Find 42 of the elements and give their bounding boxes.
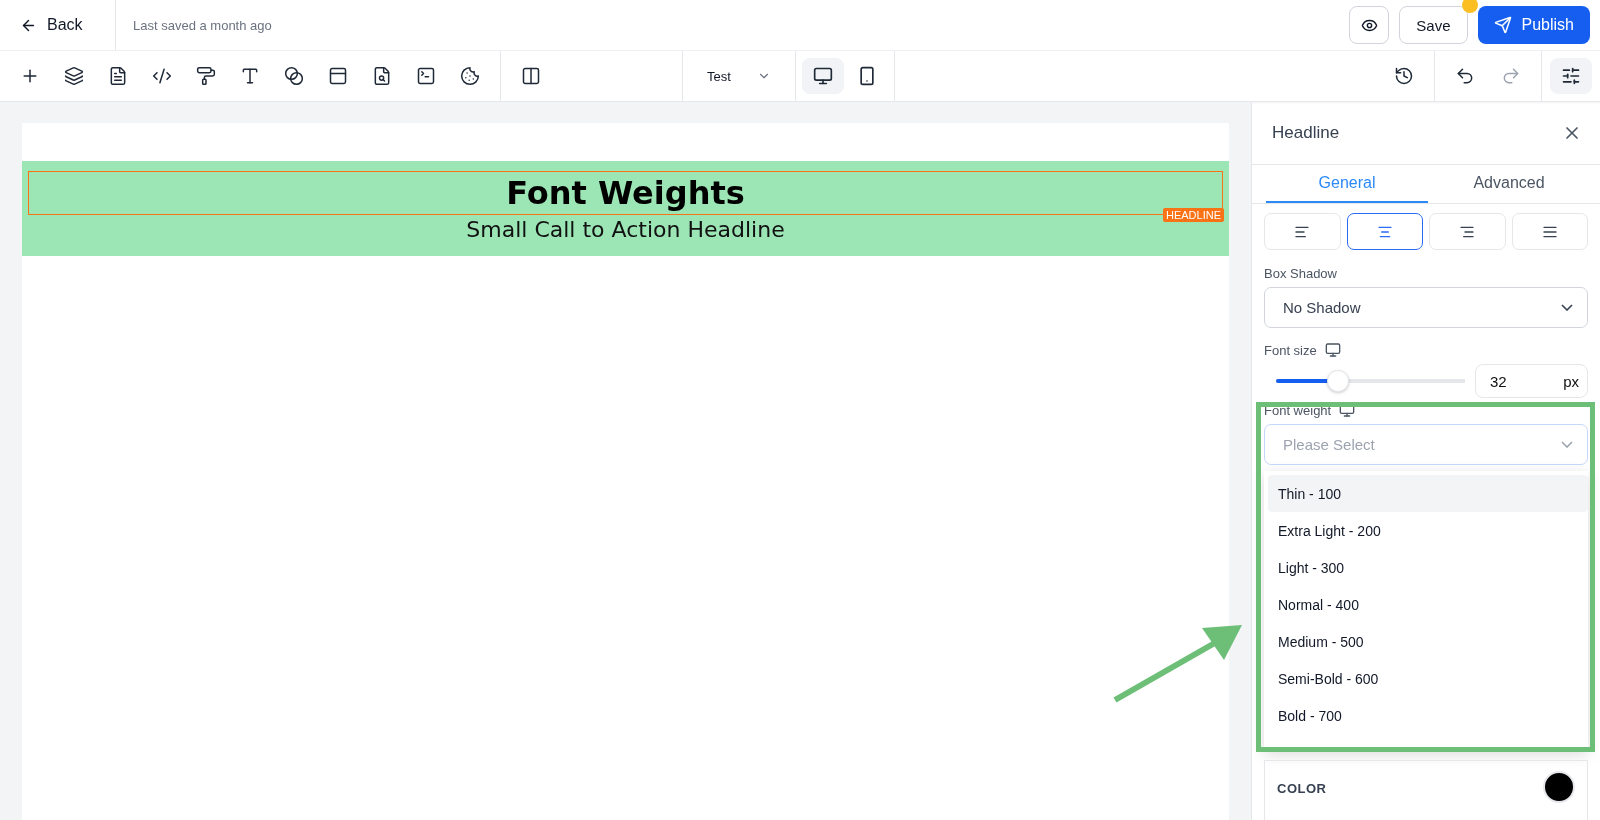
document-icon[interactable]	[108, 66, 128, 86]
box-shadow-select[interactable]: No Shadow	[1264, 287, 1588, 328]
send-icon	[1493, 16, 1512, 34]
headline-title: Font Weights	[505, 173, 746, 214]
field-label: Box Shadow	[1264, 266, 1337, 281]
settings-button[interactable]	[1550, 58, 1592, 94]
chevron-down-icon	[1561, 304, 1573, 311]
cookie-icon[interactable]	[460, 66, 480, 86]
window-icon[interactable]	[328, 66, 348, 86]
headline-subtitle: Small Call to Action Headline	[465, 217, 786, 242]
device-button[interactable]	[801, 58, 844, 94]
field-label: Font size	[1264, 342, 1317, 358]
element-type-badge: HEADLINE	[1162, 208, 1224, 222]
desktop-icon	[812, 66, 833, 86]
preview-button[interactable]	[1349, 6, 1390, 44]
publish-button[interactable]: Publish	[1477, 6, 1590, 44]
document-search-icon[interactable]	[372, 66, 392, 86]
history-icon[interactable]	[1394, 66, 1414, 86]
font-size-input[interactable]: 32 px	[1475, 364, 1588, 398]
panel-tab[interactable]: Advanced	[1428, 165, 1590, 203]
save-button[interactable]: Save	[1399, 6, 1468, 44]
align-button[interactable]	[1346, 213, 1423, 250]
page-select[interactable]: Test	[701, 67, 777, 85]
color-swatch[interactable]	[1543, 771, 1575, 803]
dropdown-option[interactable]: Thin - 100	[1268, 475, 1588, 512]
panel-tab[interactable]: General	[1266, 165, 1428, 203]
chevron-down-icon	[1561, 441, 1573, 448]
sliders-icon	[1561, 66, 1581, 86]
undo-icon[interactable]	[1455, 66, 1475, 86]
slider-thumb[interactable]	[1327, 370, 1350, 392]
save-status: Last saved a month ago	[133, 17, 273, 33]
layers-icon[interactable]	[64, 66, 84, 86]
text-icon[interactable]	[240, 66, 260, 86]
panel-title: Headline	[1272, 123, 1340, 143]
paint-roller-icon[interactable]	[196, 66, 216, 86]
color-label: COLOR	[1277, 781, 1327, 796]
desktop-icon[interactable]	[1324, 342, 1341, 358]
code-icon[interactable]	[152, 66, 172, 86]
columns-icon[interactable]	[521, 66, 541, 86]
terminal-icon[interactable]	[416, 66, 436, 86]
back-button[interactable]: Back	[0, 0, 116, 50]
circles-icon[interactable]	[284, 66, 304, 86]
